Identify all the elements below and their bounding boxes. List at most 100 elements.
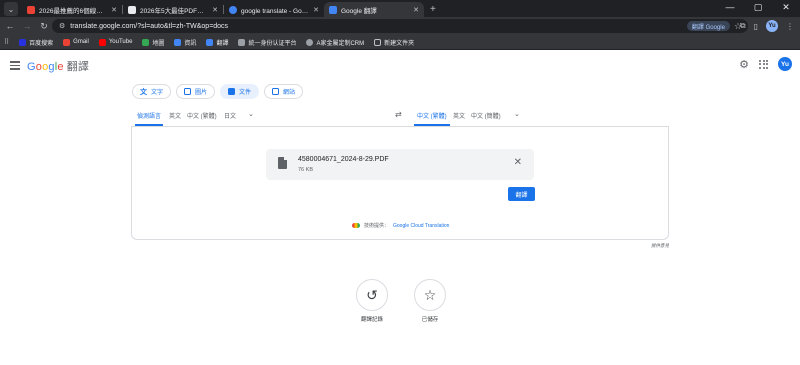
target-lang-tab[interactable]: 中文 (簡體) xyxy=(471,111,501,120)
file-name: 4580004671_2024-8-29.PDF xyxy=(298,156,389,163)
bookmark-item[interactable]: 資訊 xyxy=(174,38,196,47)
target-lang-more-chevron-icon[interactable]: ⌄ xyxy=(514,110,520,118)
target-lang-tab[interactable]: 英文 xyxy=(453,111,465,120)
main-menu-icon[interactable] xyxy=(10,59,20,72)
browser-tab[interactable]: 2026年5大最佳PDF翻譯網站比... ✕ xyxy=(123,2,223,17)
new-tab-icon[interactable]: + xyxy=(430,4,436,15)
google-apps-icon[interactable] xyxy=(759,59,768,69)
menu-dots-icon[interactable]: ⋮ xyxy=(786,22,794,31)
profile-avatar[interactable]: Yu xyxy=(766,20,778,32)
bottom-actions: ↺ 翻譯記錄 ☆ 已儲存 xyxy=(356,279,446,323)
chip-label: 文件 xyxy=(239,90,252,96)
bookmark-item[interactable]: A家金屬定制CRM xyxy=(306,38,364,47)
tab-title: 2026最推薦的6個線上PDF翻譯... xyxy=(39,7,108,15)
logo-service-name: 翻譯 xyxy=(66,61,90,73)
site-info-icon[interactable]: ⚙ xyxy=(59,22,65,30)
bookmark-favicon-icon xyxy=(98,38,106,46)
forward-icon[interactable]: → xyxy=(20,21,34,31)
account-avatar[interactable]: Yu xyxy=(778,57,792,71)
bookmark-item[interactable]: 新建文件夾 xyxy=(374,38,414,47)
text-mode-icon: 文 xyxy=(140,88,147,96)
powered-by-prefix: 技術提供： xyxy=(364,223,390,229)
translate-page-pill[interactable]: 翻譯 Google xyxy=(686,21,730,31)
google-cloud-icon xyxy=(352,223,360,228)
document-panel: 4580004671_2024-8-29.PDF 76 KB ✕ 翻譯 技術提供… xyxy=(131,126,669,240)
tab-title: 2026年5大最佳PDF翻譯網站比... xyxy=(140,7,209,15)
google-translate-logo[interactable]: Google 翻譯 xyxy=(27,58,89,74)
url-text[interactable]: translate.google.com/?sl=auto&tl=zh-TW&o… xyxy=(70,23,687,30)
document-icon xyxy=(228,88,236,95)
tab-search-icon[interactable]: ⌄ xyxy=(4,2,18,16)
browser-tab[interactable]: 2026最推薦的6個線上PDF翻譯... ✕ xyxy=(22,2,122,17)
file-document-icon xyxy=(278,157,287,169)
source-lang-tab[interactable]: 英文 xyxy=(169,111,181,120)
bookmark-label: 百度搜索 xyxy=(29,40,54,47)
settings-gear-icon[interactable]: ⚙ xyxy=(739,58,749,71)
source-lang-tab[interactable]: 日文 xyxy=(224,111,236,120)
logo-letter: e xyxy=(57,61,64,73)
bookmark-label: YouTube xyxy=(108,39,133,45)
bookmark-favicon-icon xyxy=(174,38,182,46)
swap-languages-icon[interactable]: ⇄ xyxy=(395,110,402,119)
close-window-icon[interactable]: ✕ xyxy=(772,2,800,13)
remove-file-close-icon[interactable]: ✕ xyxy=(514,157,522,168)
tab-close-icon[interactable]: ✕ xyxy=(212,6,218,14)
tab-favicon-icon xyxy=(329,5,337,14)
bookmark-label: 資訊 xyxy=(184,40,197,47)
toolbar-right: ⧉ ▯ Yu ⋮ xyxy=(740,20,794,32)
mode-website-button[interactable]: 網站 xyxy=(264,84,304,99)
bookmark-item[interactable]: 地圖 xyxy=(142,38,164,47)
maximize-icon[interactable]: ▢ xyxy=(744,2,772,13)
star-icon[interactable]: ☆ xyxy=(414,279,446,311)
history-label: 翻譯記錄 xyxy=(360,317,383,323)
window-controls: — ▢ ✕ xyxy=(716,2,800,13)
extensions-icon[interactable]: ⧉ xyxy=(740,21,746,31)
browser-tab-active[interactable]: Google 翻譯 ✕ xyxy=(324,2,424,17)
tab-title: google translate - Google 搜... xyxy=(241,7,310,15)
bookmark-item[interactable]: YouTube xyxy=(98,38,133,46)
source-lang-tab[interactable]: 中文 (繁體) xyxy=(187,111,217,120)
bookmark-label: A家金屬定制CRM xyxy=(316,40,365,47)
bookmark-label: Gmail xyxy=(73,39,89,45)
history-icon[interactable]: ↺ xyxy=(356,279,388,311)
bookmark-item[interactable]: 翻譯 xyxy=(206,38,228,47)
language-bar: 偵測語言 英文 中文 (繁體) 日文 ⌄ ⇄ 中文 (繁體) 英文 中文 (簡體… xyxy=(131,108,669,126)
file-size: 76 KB xyxy=(298,167,313,173)
reload-icon[interactable]: ↻ xyxy=(37,21,51,32)
saved-button[interactable]: ☆ 已儲存 xyxy=(414,279,446,323)
bookmarks-bar: ⠿ 百度搜索 Gmail YouTube 地圖 資訊 翻譯 統一身份认证平台 A… xyxy=(0,35,800,50)
back-icon[interactable]: ← xyxy=(3,21,17,31)
website-icon xyxy=(272,88,280,95)
bookmark-item[interactable]: 百度搜索 xyxy=(19,38,53,47)
browser-toolbar: ← → ↻ ⚙ translate.google.com/?sl=auto&tl… xyxy=(0,17,800,35)
bookmark-favicon-icon xyxy=(238,38,246,46)
cloud-translation-link[interactable]: Google Cloud Translation xyxy=(393,223,449,229)
history-button[interactable]: ↺ 翻譯記錄 xyxy=(356,279,388,323)
translate-button[interactable]: 翻譯 xyxy=(508,187,535,201)
powered-by: 技術提供： Google Cloud Translation xyxy=(352,222,449,229)
bookmark-favicon-icon xyxy=(142,38,150,46)
mode-document-button[interactable]: 文件 xyxy=(220,84,260,99)
bookmark-item[interactable]: 統一身份认证平台 xyxy=(238,38,296,47)
tab-close-icon[interactable]: ✕ xyxy=(111,6,117,14)
source-lang-detect-tab[interactable]: 偵測語言 xyxy=(137,111,161,120)
logo-letter: G xyxy=(27,61,36,73)
bookmark-label: 新建文件夾 xyxy=(384,40,415,47)
tab-close-icon[interactable]: ✕ xyxy=(413,6,419,14)
browser-tab[interactable]: google translate - Google 搜... ✕ xyxy=(224,2,324,17)
address-bar[interactable]: ⚙ translate.google.com/?sl=auto&tl=zh-TW… xyxy=(52,19,748,33)
bookmark-item[interactable]: Gmail xyxy=(63,38,89,46)
target-lang-tab-selected[interactable]: 中文 (繁體) xyxy=(417,111,447,120)
bookmark-favicon-icon xyxy=(206,38,214,46)
tab-title: Google 翻譯 xyxy=(341,7,377,15)
source-lang-more-chevron-icon[interactable]: ⌄ xyxy=(248,110,254,118)
tab-strip: ⌄ 2026最推薦的6個線上PDF翻譯... ✕ 2026年5大最佳PDF翻譯網… xyxy=(0,0,800,17)
tab-close-icon[interactable]: ✕ xyxy=(313,6,319,14)
tab-favicon-icon xyxy=(128,5,136,14)
sidepanel-icon[interactable]: ▯ xyxy=(754,22,758,31)
apps-grid-icon[interactable]: ⠿ xyxy=(4,38,9,46)
send-feedback-link[interactable]: 提供意見 xyxy=(651,243,669,249)
mode-text-button[interactable]: 文文字 xyxy=(132,84,172,99)
minimize-icon[interactable]: — xyxy=(716,2,744,13)
mode-image-button[interactable]: 圖片 xyxy=(176,84,216,99)
